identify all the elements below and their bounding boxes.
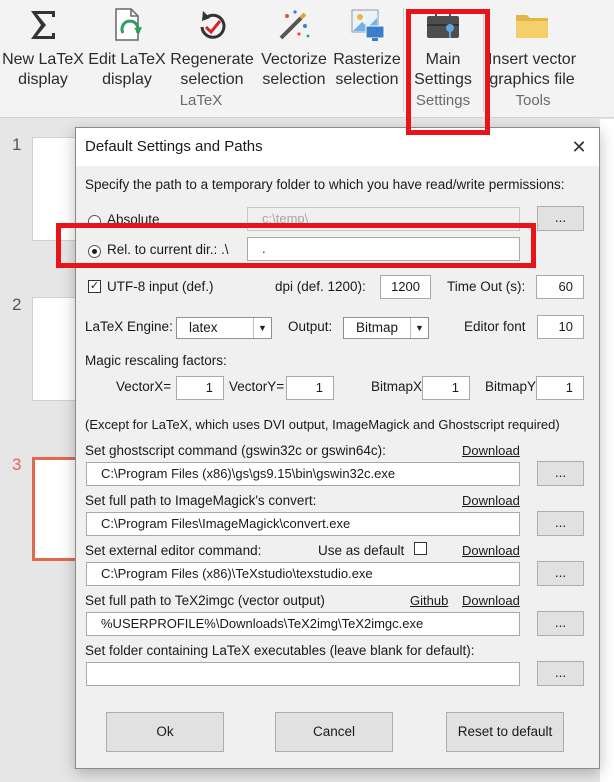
vectorize-selection-label: Vectorize selection [261, 51, 327, 88]
close-icon: ✕ [571, 137, 587, 157]
slide-editor-area [600, 119, 614, 782]
tex2img-path-input[interactable]: %USERPROFILE%\Downloads\TeX2img\TeX2imgc… [86, 612, 520, 636]
close-button[interactable]: ✕ [565, 134, 593, 160]
browse-imagemagick-button[interactable]: ... [537, 511, 584, 536]
editor-font-input[interactable]: 10 [537, 315, 584, 339]
tex2img-label: Set full path to TeX2imgc (vector output… [85, 593, 325, 608]
vectorize-icon [279, 10, 310, 40]
engine-value: latex [189, 320, 218, 335]
latex-folder-input[interactable] [86, 662, 520, 686]
insert-vector-graphics-button[interactable]: Insert vector graphics file [482, 2, 582, 92]
imagemagick-download-link[interactable]: Download [462, 493, 520, 508]
chevron-down-icon: ▼ [410, 318, 428, 338]
vectory-input[interactable]: 1 [286, 376, 334, 400]
bitmapy-input[interactable]: 1 [536, 376, 584, 400]
vectorx-label: VectorX= [116, 379, 172, 394]
dpi-input[interactable]: 1200 [380, 275, 431, 299]
dialog-title-bar: Default Settings and Paths ✕ [76, 128, 599, 166]
slide-number: 2 [12, 295, 22, 314]
folder-icon [516, 15, 548, 38]
chevron-down-icon: ▼ [253, 318, 271, 338]
new-latex-display-button[interactable]: New LaTeX display [2, 2, 84, 92]
regenerate-selection-button[interactable]: Regenerate selection [168, 2, 256, 92]
temp-folder-prompt: Specify the path to a temporary folder t… [85, 177, 565, 192]
timeout-label: Time Out (s): [447, 279, 526, 294]
bitmapx-label: BitmapX [371, 379, 423, 394]
magic-rescaling-label: Magic rescaling factors: [85, 353, 227, 368]
highlight-box-relative-path [56, 223, 536, 268]
browse-absolute-button[interactable]: ... [537, 206, 584, 231]
rasterize-selection-button[interactable]: Rasterize selection [332, 2, 402, 92]
dpi-label: dpi (def. 1200): [275, 279, 366, 294]
imagemagick-label: Set full path to ImageMagick's convert: [85, 493, 317, 508]
editor-font-label: Editor font [464, 319, 526, 334]
regenerate-selection-label: Regenerate selection [170, 51, 254, 88]
slide-thumbnail-panel: 1 2 3 [0, 119, 92, 782]
ok-button[interactable]: Ok [106, 712, 224, 752]
editor-download-link[interactable]: Download [462, 543, 520, 558]
highlight-box-main-settings [406, 9, 490, 135]
dvi-note: (Except for LaTeX, which uses DVI output… [85, 417, 560, 432]
ghostscript-download-link[interactable]: Download [462, 443, 520, 458]
bitmapx-input[interactable]: 1 [422, 376, 470, 400]
latex-folder-label: Set folder containing LaTeX executables … [85, 643, 475, 658]
use-as-default-checkbox[interactable] [414, 542, 427, 555]
cancel-button[interactable]: Cancel [275, 712, 393, 752]
output-value: Bitmap [356, 320, 399, 335]
regenerate-icon [200, 11, 226, 39]
browse-latex-folder-button[interactable]: ... [537, 661, 584, 686]
timeout-input[interactable]: 60 [536, 275, 584, 299]
dialog-title: Default Settings and Paths [85, 138, 263, 155]
external-editor-path-input[interactable]: C:\Program Files (x86)\TeXstudio\texstud… [86, 562, 520, 586]
ghostscript-path-input[interactable]: C:\Program Files (x86)\gs\gs9.15\bin\gsw… [86, 462, 520, 486]
use-as-default-label: Use as default [318, 543, 405, 558]
slide-number-current: 3 [12, 455, 22, 474]
output-select[interactable]: Bitmap ▼ [343, 317, 429, 339]
ghostscript-label: Set ghostscript command (gswin32c or gsw… [85, 443, 386, 458]
bitmapy-label: BitmapY [485, 379, 537, 394]
insert-vector-graphics-label: Insert vector graphics file [487, 51, 577, 88]
vectory-label: VectorY= [229, 379, 285, 394]
external-editor-label: Set external editor command: [85, 543, 262, 558]
new-latex-display-label: New LaTeX display [2, 51, 84, 88]
tex2img-download-link[interactable]: Download [462, 593, 520, 608]
slide-number: 1 [12, 135, 22, 154]
imagemagick-path-input[interactable]: C:\Program Files\ImageMagick\convert.exe [86, 512, 520, 536]
tex2img-github-link[interactable]: Github [410, 593, 448, 608]
ribbon: New LaTeX display Edit LaTeX display Reg… [0, 0, 614, 135]
utf8-label: UTF-8 input (def.) [107, 279, 214, 294]
rasterize-selection-label: Rasterize selection [333, 51, 401, 88]
group-label-latex: LaTeX [179, 92, 223, 109]
edit-latex-display-label: Edit LaTeX display [88, 51, 166, 88]
vectorx-input[interactable]: 1 [176, 376, 224, 400]
output-label: Output: [288, 319, 333, 334]
group-label-tools: Tools [515, 92, 551, 109]
utf8-checkbox[interactable]: ✓ [88, 280, 101, 293]
browse-tex2img-button[interactable]: ... [537, 611, 584, 636]
edit-document-icon [115, 8, 142, 41]
browse-ghostscript-button[interactable]: ... [537, 461, 584, 486]
edit-latex-display-button[interactable]: Edit LaTeX display [86, 2, 168, 92]
reset-to-default-button[interactable]: Reset to default [446, 712, 564, 752]
rasterize-icon [351, 9, 385, 41]
engine-select[interactable]: latex ▼ [176, 317, 272, 339]
sigma-icon [31, 11, 55, 39]
browse-editor-button[interactable]: ... [537, 561, 584, 586]
vectorize-selection-button[interactable]: Vectorize selection [256, 2, 332, 92]
engine-label: LaTeX Engine: [85, 319, 173, 334]
